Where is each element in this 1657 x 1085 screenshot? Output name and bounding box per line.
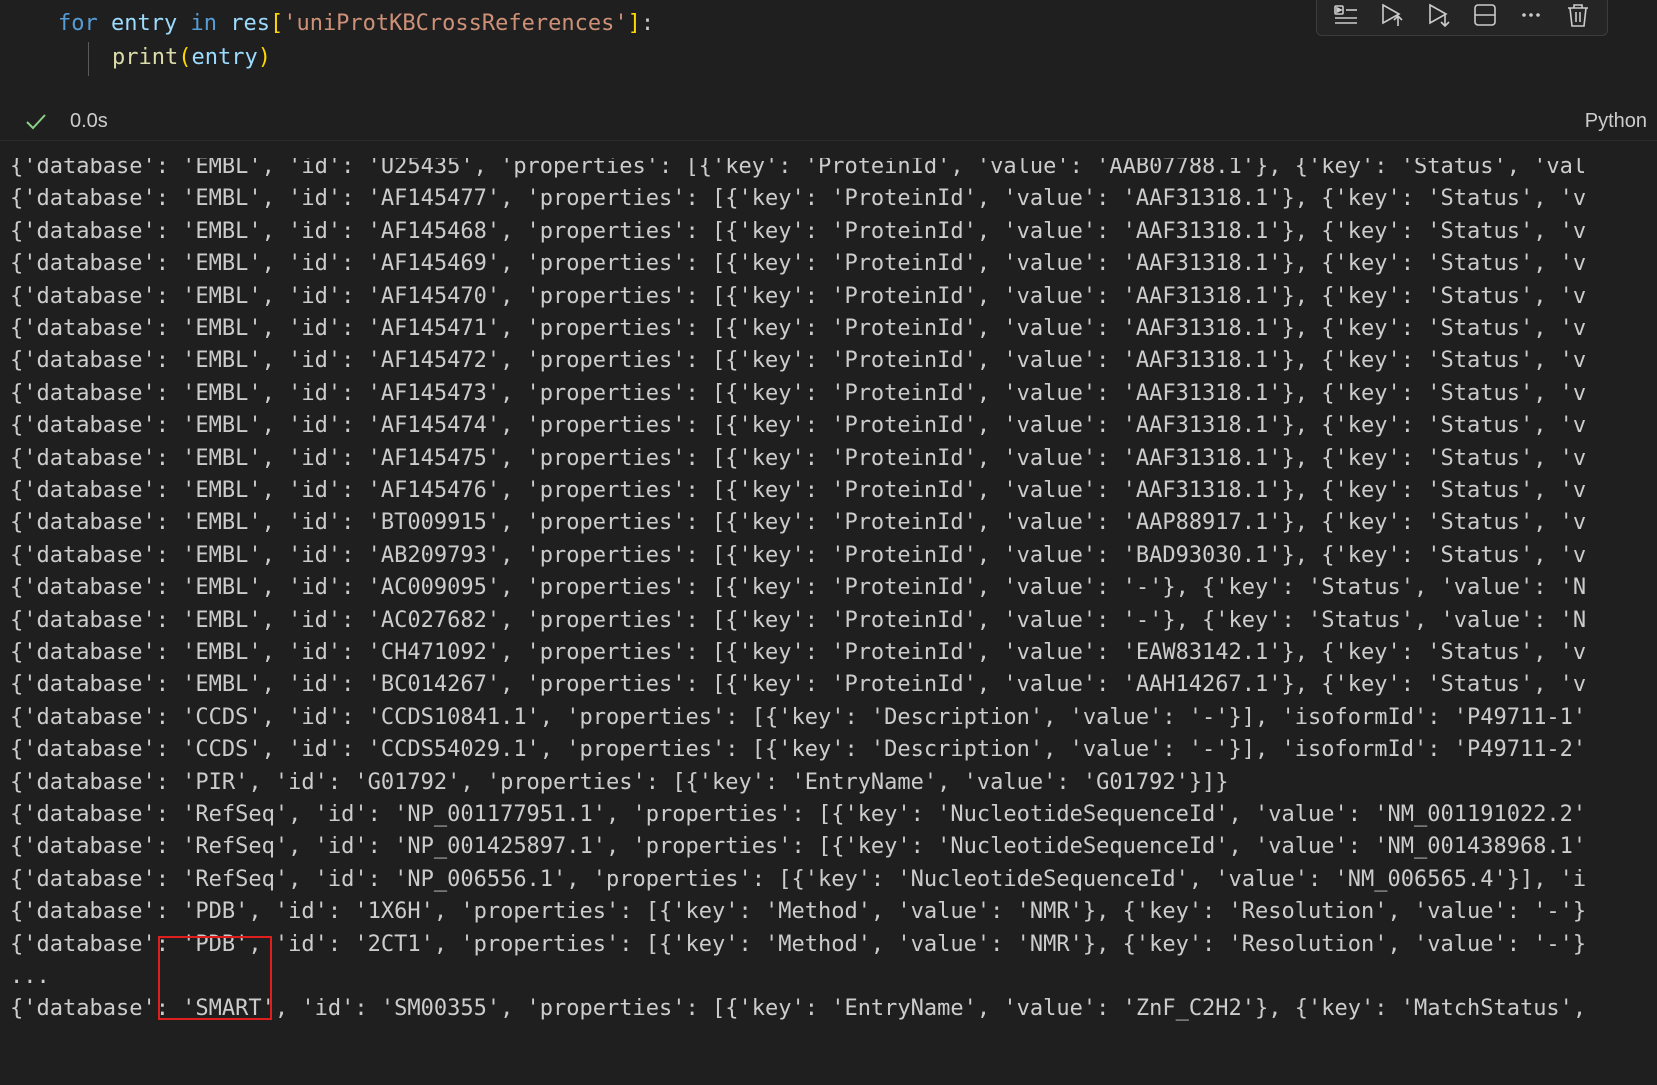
string-key: 'uniProtKBCrossReferences'	[283, 11, 628, 36]
output-line: {'database': 'EMBL', 'id': 'BT009915', '…	[10, 510, 1587, 536]
keyword-for: for	[58, 11, 98, 36]
output-line: {'database': 'EMBL', 'id': 'AC027682', '…	[10, 607, 1587, 633]
output-line: {'database': 'EMBL', 'id': 'AF145472', '…	[10, 348, 1587, 374]
output-line: {'database': 'EMBL', 'id': 'AF145468', '…	[10, 218, 1587, 244]
split-cell-icon	[1474, 4, 1496, 26]
code-line-1[interactable]: for entry in res['uniProtKBCrossReferenc…	[58, 8, 654, 40]
output-line: {'database': 'EMBL', 'id': 'BC014267', '…	[10, 672, 1587, 698]
argument-entry: entry	[191, 45, 258, 70]
execute-below-button[interactable]	[1421, 0, 1457, 31]
bracket-open: [	[269, 11, 284, 36]
output-line: {'database': 'CCDS', 'id': 'CCDS10841.1'…	[10, 704, 1587, 730]
run-by-line-button[interactable]	[1328, 0, 1364, 31]
output-line: ...	[10, 964, 50, 989]
output-line: {'database': 'PDB', 'id': '2CT1', 'prope…	[10, 931, 1587, 957]
variable-res: res	[216, 11, 270, 36]
indent-guide	[88, 42, 89, 76]
output-line: {'database': 'PIR', 'id': 'G01792', 'pro…	[10, 769, 1229, 795]
execute-above-icon	[1382, 3, 1404, 26]
output-line: {'database': 'EMBL', 'id': 'AF145474', '…	[10, 413, 1587, 439]
paren-close: )	[257, 45, 271, 70]
cell-status-bar: 0.0s Python	[0, 104, 1657, 141]
cell-toolbar	[1316, 0, 1608, 36]
output-line: {'database': 'SMART', 'id': 'SM00355', '…	[10, 996, 1600, 1022]
language-selector[interactable]: Python	[1585, 110, 1647, 133]
execute-below-icon	[1429, 3, 1450, 28]
colon: :	[640, 11, 655, 36]
output-line: {'database': 'EMBL', 'id': 'AF145471', '…	[10, 316, 1587, 341]
output-line: {'database': 'RefSeq', 'id': 'NP_0014258…	[10, 834, 1587, 860]
delete-cell-icon	[1567, 4, 1588, 27]
output-line: {'database': 'PDB', 'id': '1X6H', 'prope…	[10, 899, 1587, 925]
output-line: {'database': 'CCDS', 'id': 'CCDS54029.1'…	[10, 737, 1587, 763]
variable-entry: entry	[97, 11, 191, 36]
check-icon	[26, 114, 46, 130]
output-line: {'database': 'EMBL', 'id': 'U25435', 'pr…	[10, 158, 1587, 179]
output-line: {'database': 'RefSeq', 'id': 'NP_0011779…	[10, 802, 1587, 827]
execution-time: 0.0s	[70, 110, 108, 132]
function-print: print	[112, 45, 179, 70]
execute-above-button[interactable]	[1374, 0, 1410, 31]
output-line: {'database': 'EMBL', 'id': 'CH471092', '…	[10, 640, 1587, 665]
run-by-line-icon	[1334, 5, 1358, 24]
more-actions-button[interactable]	[1513, 0, 1549, 31]
keyword-in: in	[190, 11, 217, 36]
cell-output[interactable]: {'database': 'EMBL', 'id': 'U25435', 'pr…	[0, 158, 1657, 1085]
output-line: {'database': 'EMBL', 'id': 'AC009095', '…	[10, 575, 1587, 601]
delete-cell-button[interactable]	[1560, 0, 1596, 31]
code-cell[interactable]: for entry in res['uniProtKBCrossReferenc…	[0, 0, 1657, 100]
more-actions-icon	[1522, 13, 1541, 17]
output-line: {'database': 'EMBL', 'id': 'AF145470', '…	[10, 283, 1587, 309]
output-line: {'database': 'EMBL', 'id': 'AF145476', '…	[10, 478, 1587, 503]
output-line: {'database': 'EMBL', 'id': 'AF145473', '…	[10, 380, 1587, 406]
paren-open: (	[178, 45, 192, 70]
output-line: {'database': 'EMBL', 'id': 'AF145477', '…	[10, 186, 1587, 212]
split-cell-button[interactable]	[1467, 0, 1503, 31]
code-line-2[interactable]: print(entry)	[112, 42, 271, 74]
bracket-close: ]	[627, 11, 641, 36]
output-line: {'database': 'RefSeq', 'id': 'NP_006556.…	[10, 866, 1587, 892]
output-line: {'database': 'EMBL', 'id': 'AF145475', '…	[10, 445, 1587, 471]
output-line: {'database': 'EMBL', 'id': 'AF145469', '…	[10, 251, 1587, 277]
output-line: {'database': 'EMBL', 'id': 'AB209793', '…	[10, 542, 1587, 568]
